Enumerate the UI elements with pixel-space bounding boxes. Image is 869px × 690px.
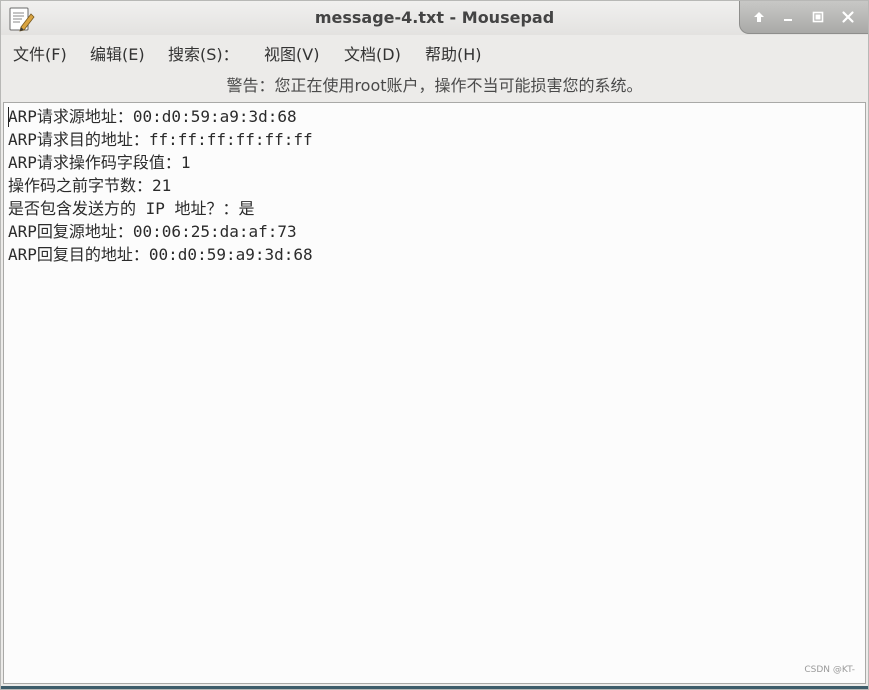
maximize-icon[interactable] <box>807 6 829 28</box>
desktop-edge <box>1 686 868 689</box>
window-controls <box>739 1 868 34</box>
close-icon[interactable] <box>837 6 859 28</box>
menu-view[interactable]: 视图(V) <box>264 41 319 65</box>
menu-search[interactable]: 搜索(S)： <box>168 41 239 65</box>
menu-edit[interactable]: 编辑(E) <box>90 41 145 65</box>
csdn-watermark: CSDN @KT- <box>804 665 855 675</box>
text-line: 操作码之前字节数：21 <box>8 176 172 195</box>
minimize-icon[interactable] <box>777 6 799 28</box>
menu-document[interactable]: 文档(D) <box>344 41 401 65</box>
mousepad-window: message-4.txt - Mousepad 文件(F) 编辑(E) 搜索(… <box>0 0 869 690</box>
window-title: message-4.txt - Mousepad <box>314 8 555 27</box>
text-line: 是否包含发送方的 IP 地址？：是 <box>8 199 255 218</box>
root-warning-message: 警告：您正在使用root账户，操作不当可能损害您的系统。 <box>226 76 643 95</box>
text-line: ARP回复源地址：00:06:25:da:af:73 <box>8 222 297 241</box>
menu-help[interactable]: 帮助(H) <box>425 41 482 65</box>
arrow-up-icon[interactable] <box>748 6 770 28</box>
title-bar[interactable]: message-4.txt - Mousepad <box>1 1 868 35</box>
text-editor-area[interactable]: ARP请求源地址：00:d0:59:a9:3d:68 ARP请求目的地址：ff:… <box>3 102 866 684</box>
text-line: ARP回复目的地址：00:d0:59:a9:3d:68 <box>8 245 313 264</box>
menu-file[interactable]: 文件(F) <box>13 41 67 65</box>
text-line: ARP请求源地址：00:d0:59:a9:3d:68 <box>8 107 297 126</box>
text-line: ARP请求目的地址：ff:ff:ff:ff:ff:ff <box>8 130 313 149</box>
menu-bar: 文件(F) 编辑(E) 搜索(S)： 视图(V) 文档(D) 帮助(H) <box>1 37 868 67</box>
text-line: ARP请求操作码字段值：1 <box>8 153 191 172</box>
